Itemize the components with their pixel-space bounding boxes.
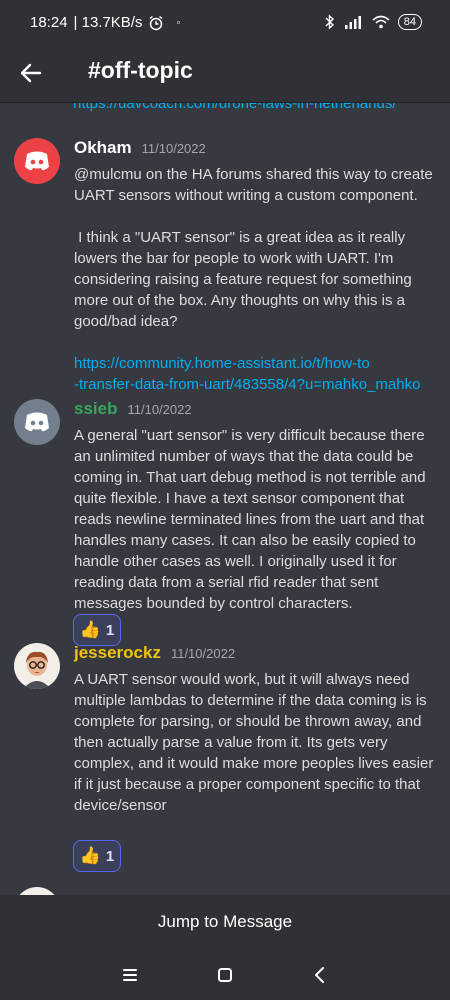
author-name[interactable]: jesserockz [74, 643, 161, 663]
author-name[interactable]: ssieb [74, 399, 117, 419]
thumbs-up-icon: 👍 [79, 620, 101, 639]
square-icon[interactable] [213, 963, 237, 987]
system-nav-bar [0, 949, 450, 1000]
channel-title: #off-topic [88, 57, 193, 83]
triangle-back-icon[interactable] [308, 963, 332, 987]
message-line: handles many cases. It can also be easil… [74, 532, 416, 549]
reaction-thumbs-up[interactable]: 👍 1 [73, 840, 121, 872]
message-line: quite flexible. I have a text sensor com… [74, 490, 405, 507]
user-photo-avatar-icon [23, 651, 51, 689]
battery-indicator: 84 [397, 14, 422, 30]
timestamp: 11/10/2022 [127, 402, 192, 417]
message-line: an unlimited number of ways that the dat… [74, 448, 414, 465]
next-message-avatar [14, 887, 60, 895]
menu-icon[interactable] [118, 963, 142, 987]
message-body: @mulcmu on the HA forums shared this way… [74, 164, 438, 395]
bluetooth-icon [325, 14, 334, 30]
message-line: more out of the box. Any thoughts on why… [74, 292, 406, 309]
message-line: reads newline terminated lines from the … [74, 511, 425, 528]
message-line: I think a "UART sensor" is a great idea … [74, 229, 406, 246]
message-feed[interactable]: https://uavcoach.com/drone-laws-in-nethe… [0, 103, 450, 895]
wifi-icon [372, 15, 390, 29]
message-line: good/bad idea? [74, 313, 178, 330]
message-line: then actually parse a value from it. Its… [74, 734, 388, 751]
avatar[interactable] [14, 399, 60, 445]
status-bar: 18:24 | 13.7KB/s ◦ 84 [0, 0, 450, 46]
message-line: device/sensor [74, 797, 167, 814]
reaction-thumbs-up[interactable]: 👍 1 [73, 614, 121, 646]
timestamp: 11/10/2022 [141, 141, 206, 156]
previous-message-link[interactable]: https://uavcoach.com/drone-laws-in-nethe… [73, 103, 397, 112]
message-link[interactable]: -transfer-data-from-uart/483558/4?u=mahk… [74, 374, 438, 395]
message-line: A general "uart sensor" is very difficul… [74, 427, 425, 444]
message-link[interactable]: https://community.home-assistant.io/t/ho… [74, 353, 438, 374]
message-line: messages bounded by control characters. [74, 595, 353, 612]
message-body: A UART sensor would work, but it will al… [74, 669, 438, 816]
message-line: complex, and it would make more peoples … [74, 755, 434, 772]
discord-logo-icon [25, 151, 49, 171]
status-time: 18:24 [30, 14, 68, 31]
message-line: handle other cases as well. I originally… [74, 553, 397, 570]
message-line: coming in. That uart debug method is not… [74, 469, 426, 486]
avatar[interactable] [14, 643, 60, 689]
avatar[interactable] [14, 138, 60, 184]
message-line: considering raising a feature request fo… [74, 271, 412, 288]
channel-header: #off-topic [0, 46, 450, 103]
jump-to-message-button[interactable]: Jump to Message [0, 895, 450, 949]
dot-icon: ◦ [176, 16, 181, 29]
signal-icon [344, 16, 361, 29]
author-name[interactable]: Okham [74, 138, 132, 158]
message-line: complete for parsing, or should be throw… [74, 713, 422, 730]
reaction-count: 1 [105, 621, 115, 639]
network-speed: | 13.7KB/s [73, 14, 143, 31]
message-line: multiple lambdas to determine if the dat… [74, 692, 427, 709]
timestamp: 11/10/2022 [170, 646, 236, 661]
thumbs-up-icon: 👍 [79, 846, 101, 865]
reaction-count: 1 [105, 847, 115, 865]
message-line: @mulcmu on the HA forums shared this way… [74, 166, 433, 183]
message-line: if it just because a proper component sp… [74, 776, 421, 793]
message-line: lowers the bar for people to work with U… [74, 250, 394, 267]
arrow-left-icon[interactable] [18, 60, 44, 86]
message-line: UART sensors without writing a custom co… [74, 187, 418, 204]
message-line: A UART sensor would work, but it will al… [74, 671, 410, 688]
discord-logo-icon [25, 412, 49, 432]
message-line: reading data from a serial rfid reader t… [74, 574, 379, 591]
message-body: A general "uart sensor" is very difficul… [74, 425, 438, 614]
alarm-icon [150, 15, 163, 30]
